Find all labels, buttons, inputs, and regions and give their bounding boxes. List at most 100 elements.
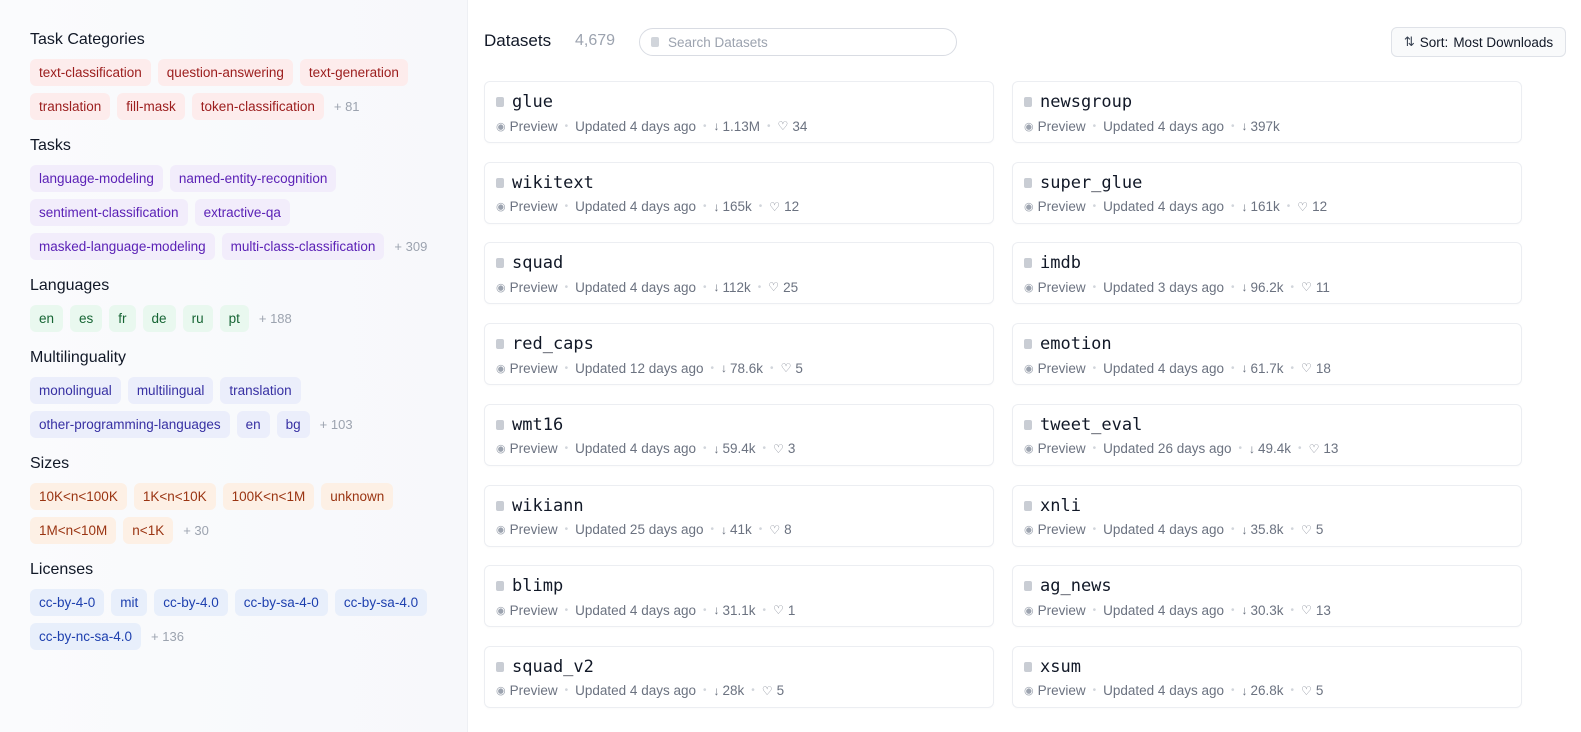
more-tags-link[interactable]: + 188 — [259, 311, 292, 326]
section-title: Task Categories — [30, 31, 145, 48]
filter-tag[interactable]: token-classification — [191, 93, 324, 120]
dataset-card[interactable]: wikitext ◉ Preview • Updated 4 days ago • ↓ 165… — [484, 161, 994, 224]
dataset-name[interactable]: imdb — [1040, 253, 1081, 273]
filter-tag[interactable]: cc-by-nc-sa-4.0 — [30, 623, 142, 650]
filter-tag[interactable]: translation — [30, 93, 111, 120]
filter-tag[interactable]: question-answering — [157, 59, 293, 86]
sort-button[interactable]: ⇅ Sort: Most Downloads — [1391, 27, 1566, 57]
dataset-name[interactable]: emotion — [1040, 334, 1112, 354]
filter-tag[interactable]: cc-by-sa-4-0 — [234, 589, 328, 616]
eye-icon: ◉ — [1024, 362, 1034, 375]
filter-tag[interactable]: cc-by-sa-4.0 — [334, 589, 428, 616]
dataset-name[interactable]: blimp — [512, 576, 563, 596]
filter-section: Task Categories text-classification questi… — [30, 29, 467, 120]
separator-dot: • — [1290, 604, 1295, 616]
separator-dot: • — [1092, 362, 1097, 374]
filter-tag[interactable]: masked-language-modeling — [30, 233, 215, 260]
separator-dot: • — [758, 524, 763, 535]
dataset-name[interactable]: newsgroup — [1040, 92, 1132, 112]
dataset-name[interactable]: xsum — [1040, 657, 1081, 677]
more-tags-link[interactable]: + 309 — [394, 239, 427, 254]
filter-tag[interactable]: 10K<n<100K — [30, 483, 127, 510]
more-tags-link[interactable]: + 103 — [320, 417, 353, 432]
dataset-name[interactable]: super_glue — [1040, 173, 1142, 193]
dataset-name[interactable]: squad_v2 — [512, 657, 594, 677]
filter-tag[interactable]: en — [30, 305, 64, 332]
dataset-meta: ◉ Preview • Updated 4 days ago • ↓ 31.1k • ♡ 1 — [496, 599, 993, 621]
dataset-card[interactable]: squad_v2 ◉ Preview • Updated 4 days ago • ↓ 28k… — [484, 645, 994, 708]
dataset-card[interactable]: super_glue ◉ Preview • Updated 4 days ago • ↓ 1… — [1012, 161, 1522, 224]
dataset-title-row: squad_v2 — [496, 657, 993, 677]
database-icon — [496, 258, 504, 269]
filter-tag[interactable]: cc-by-4.0 — [154, 589, 228, 616]
dataset-name[interactable]: ag_news — [1040, 576, 1112, 596]
filter-tag[interactable]: other-programming-languages — [30, 411, 230, 438]
filter-tag[interactable]: unknown — [321, 483, 394, 510]
dataset-card[interactable]: red_caps ◉ Preview • Updated 12 days ago • ↓ 78… — [484, 323, 994, 386]
more-tags-link[interactable]: + 30 — [183, 523, 209, 538]
dataset-title-row: squad — [496, 253, 993, 273]
dataset-card[interactable]: ag_news ◉ Preview • Updated 4 days ago • ↓ 30.3… — [1012, 565, 1522, 628]
filter-tag[interactable]: de — [142, 305, 176, 332]
dataset-card[interactable]: wmt16 ◉ Preview • Updated 4 days ago • ↓ 59.4k •… — [484, 403, 994, 466]
filter-tag[interactable]: n<1K — [123, 517, 174, 544]
dataset-name[interactable]: xnli — [1040, 496, 1081, 516]
more-tags-link[interactable]: + 81 — [334, 99, 360, 114]
dataset-card[interactable]: tweet_eval ◉ Preview • Updated 26 days ago • ↓… — [1012, 403, 1522, 466]
download-arrow-icon: ↓ — [713, 280, 720, 295]
dataset-name[interactable]: red_caps — [512, 334, 594, 354]
search-input[interactable] — [668, 34, 948, 50]
filter-tag[interactable]: monolingual — [30, 377, 121, 404]
dataset-card[interactable]: xsum ◉ Preview • Updated 4 days ago • ↓ 26.8k • ♡… — [1012, 645, 1522, 708]
eye-icon: ◉ — [1024, 120, 1034, 133]
filter-tag[interactable]: fr — [109, 305, 136, 332]
eye-icon: ◉ — [1024, 281, 1034, 294]
heart-icon: ♡ — [1308, 441, 1320, 456]
filter-tag[interactable]: text-generation — [299, 59, 408, 86]
dataset-card[interactable]: emotion ◉ Preview • Updated 4 days ago • ↓ 61.7… — [1012, 323, 1522, 386]
dataset-card[interactable]: glue ◉ Preview • Updated 4 days ago • ↓ 1.13M • ♡… — [484, 81, 994, 143]
filter-tag[interactable]: pt — [219, 305, 249, 332]
filter-tag[interactable]: fill-mask — [117, 93, 185, 120]
filter-tag[interactable]: 1K<n<10K — [133, 483, 216, 510]
search-box[interactable] — [639, 28, 957, 56]
database-icon — [496, 339, 504, 350]
filter-tag[interactable]: bg — [276, 411, 310, 438]
dataset-card[interactable]: imdb ◉ Preview • Updated 3 days ago • ↓ 96.2k • ♡… — [1012, 242, 1522, 305]
likes-count: 5 — [1315, 683, 1324, 699]
dataset-name[interactable]: glue — [512, 92, 553, 112]
dataset-name[interactable]: tweet_eval — [1040, 415, 1142, 435]
filter-tag[interactable]: ru — [182, 305, 213, 332]
dataset-name[interactable]: wikiann — [512, 496, 584, 516]
filter-tag[interactable]: 100K<n<1M — [222, 483, 315, 510]
dataset-card[interactable]: newsgroup ◉ Preview • Updated 4 days ago • ↓ 39… — [1012, 81, 1522, 143]
likes-count: 25 — [783, 279, 799, 295]
preview-label: Preview — [509, 441, 558, 457]
separator-dot: • — [758, 201, 763, 213]
filter-tag[interactable]: language-modeling — [30, 165, 163, 192]
dataset-card[interactable]: blimp ◉ Preview • Updated 4 days ago • ↓ 31.1k •… — [484, 565, 994, 628]
filter-tag[interactable]: 1M<n<10M — [30, 517, 117, 544]
filter-tag[interactable]: multi-class-classification — [221, 233, 385, 260]
filter-tag[interactable]: sentiment-classification — [30, 199, 188, 226]
filter-tag[interactable]: text-classification — [30, 59, 151, 86]
dataset-card[interactable]: xnli ◉ Preview • Updated 4 days ago • ↓ 35.8k • ♡… — [1012, 484, 1522, 547]
filter-tag[interactable]: multilingual — [127, 377, 214, 404]
separator-dot: • — [757, 281, 762, 293]
filter-tag[interactable]: named-entity-recognition — [169, 165, 337, 192]
dataset-name[interactable]: squad — [512, 253, 563, 273]
filter-tag[interactable]: mit — [111, 589, 148, 616]
dataset-name[interactable]: wmt16 — [512, 415, 563, 435]
dataset-card[interactable]: squad ◉ Preview • Updated 4 days ago • ↓ 112k • ♡… — [484, 242, 994, 305]
dataset-card[interactable]: wikiann ◉ Preview • Updated 25 days ago • ↓ 41k… — [484, 484, 994, 547]
dataset-name[interactable]: wikitext — [512, 173, 594, 193]
downloads-count: 30.3k — [1250, 602, 1284, 618]
download-arrow-icon: ↓ — [1241, 683, 1248, 698]
more-tags-link[interactable]: + 136 — [151, 629, 184, 644]
filter-tag[interactable]: es — [70, 305, 103, 332]
eye-icon: ◉ — [496, 443, 506, 456]
filter-tag[interactable]: extractive-qa — [194, 199, 290, 226]
filter-tag[interactable]: cc-by-4-0 — [30, 589, 105, 616]
filter-tag[interactable]: en — [236, 411, 270, 438]
filter-tag[interactable]: translation — [220, 377, 301, 404]
